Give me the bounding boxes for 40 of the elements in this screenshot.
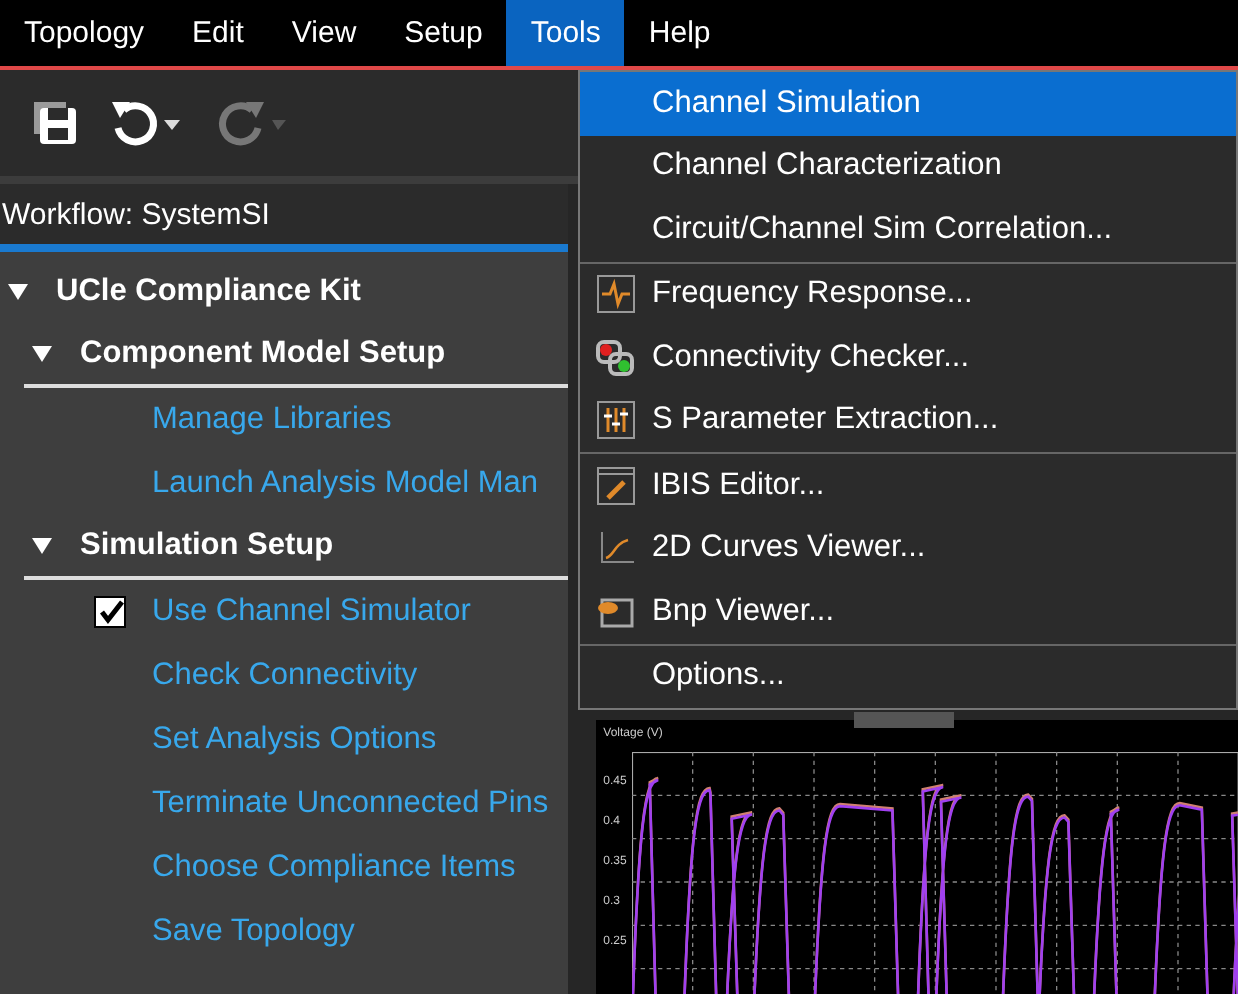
expand-arrow-icon[interactable] <box>32 344 52 364</box>
link-icon <box>596 337 636 378</box>
section-header: Component Model Setup <box>80 336 446 372</box>
workflow-link[interactable]: Choose Compliance Items <box>152 850 516 886</box>
menu-item[interactable]: Channel Characterization <box>580 135 1236 198</box>
section-header: Simulation Setup <box>80 528 334 564</box>
scrollbar-thumb[interactable] <box>853 712 954 728</box>
menu-item[interactable]: Help <box>624 0 735 66</box>
menu-item[interactable]: Circuit/Channel Sim Correlation... <box>580 198 1236 261</box>
menu-item[interactable]: 2D Curves Viewer... <box>580 517 1236 580</box>
checkbox[interactable] <box>94 596 126 628</box>
menu-item[interactable]: IBIS Editor... <box>580 454 1236 517</box>
expand-arrow-icon[interactable] <box>32 536 52 556</box>
menu-item[interactable]: Channel Simulation <box>580 72 1236 135</box>
pulse-icon <box>596 274 636 315</box>
menu-item[interactable]: Bnp Viewer... <box>580 580 1236 643</box>
save-icon[interactable] <box>32 99 80 147</box>
editor-icon <box>596 465 636 506</box>
menu-item[interactable]: S Parameter Extraction... <box>580 389 1236 452</box>
tree-root: UCle Compliance Kit <box>56 274 361 310</box>
menu-item[interactable]: Setup <box>380 0 507 66</box>
menu-item[interactable]: Tools <box>506 0 625 66</box>
workflow-link[interactable]: Check Connectivity <box>152 658 418 694</box>
menu-item[interactable]: View <box>267 0 381 66</box>
expand-arrow-icon[interactable] <box>8 282 28 302</box>
menu-item[interactable]: Topology <box>0 0 169 66</box>
workflow-title: Workflow: SystemSI <box>2 197 270 231</box>
menu-item[interactable]: Edit <box>168 0 268 66</box>
workflow-link[interactable]: Save Topology <box>152 914 355 950</box>
workflow-link[interactable]: Use Channel Simulator <box>152 594 471 630</box>
undo-icon[interactable] <box>108 97 184 149</box>
workflow-link[interactable]: Manage Libraries <box>152 402 392 438</box>
sliders-icon <box>596 400 636 441</box>
curve-icon <box>596 528 636 569</box>
menu-item[interactable]: Frequency Response... <box>580 263 1236 326</box>
menu-item[interactable]: Connectivity Checker... <box>580 326 1236 389</box>
workflow-link[interactable]: Launch Analysis Model Man <box>152 466 539 502</box>
workflow-link[interactable]: Set Analysis Options <box>152 722 437 758</box>
menu-item[interactable]: Options... <box>580 645 1236 708</box>
workflow-link[interactable]: Terminate Unconnected Pins <box>152 786 549 822</box>
